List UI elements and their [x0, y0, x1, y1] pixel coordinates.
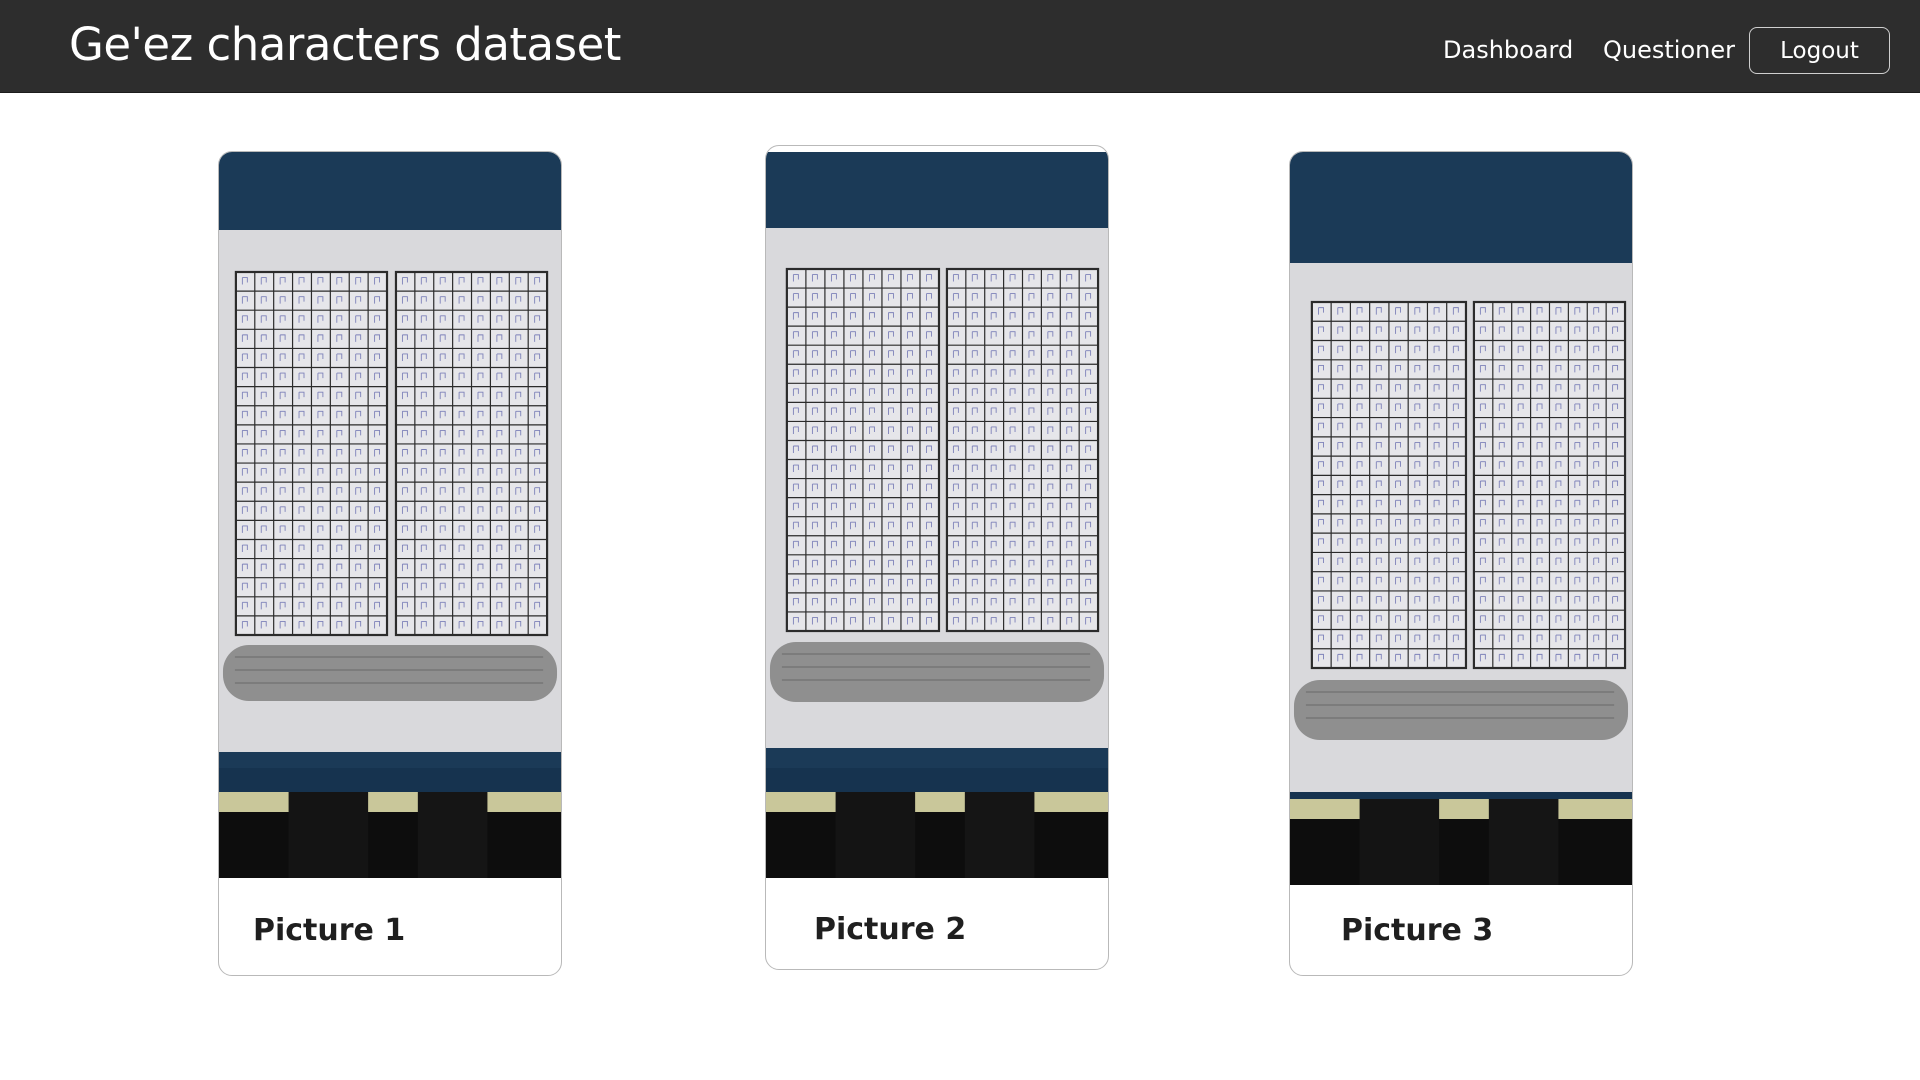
dataset-sheet-photo-1: [219, 152, 561, 878]
picture-card-1[interactable]: Picture 1: [218, 151, 562, 976]
logout-button[interactable]: Logout: [1749, 27, 1890, 74]
top-navbar: Ge'ez characters dataset Dashboard Quest…: [0, 0, 1920, 93]
dataset-sheet-photo-2: [766, 152, 1108, 878]
picture-1-title: Picture 1: [253, 913, 406, 948]
dataset-sheet-photo-3: [1290, 152, 1632, 885]
picture-card-2[interactable]: Picture 2: [765, 145, 1109, 970]
picture-3-title: Picture 3: [1341, 913, 1494, 948]
picture-2-title: Picture 2: [814, 912, 967, 947]
nav-link-dashboard[interactable]: Dashboard: [1443, 36, 1573, 64]
picture-3-image[interactable]: [1290, 152, 1632, 885]
picture-1-image[interactable]: [219, 152, 561, 878]
brand-title[interactable]: Ge'ez characters dataset: [69, 18, 621, 71]
picture-2-image[interactable]: [766, 152, 1108, 878]
picture-card-3[interactable]: Picture 3: [1289, 151, 1633, 976]
nav-link-questioner[interactable]: Questioner: [1603, 36, 1735, 64]
